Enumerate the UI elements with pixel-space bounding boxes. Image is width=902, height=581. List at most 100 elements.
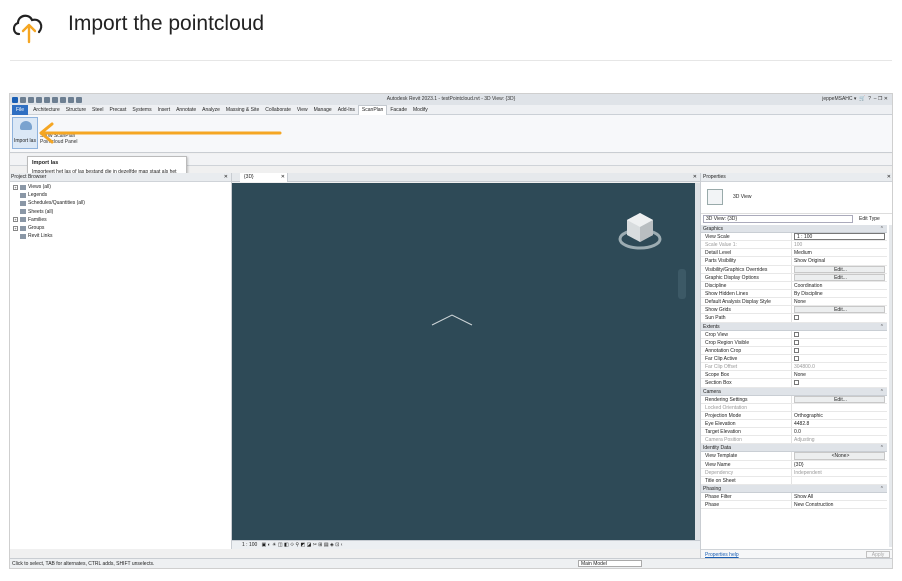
browser-item[interactable]: + Families [13, 216, 231, 224]
property-value[interactable]: Edit... [794, 306, 885, 314]
browser-item[interactable]: Schedules/Quantities (all) [13, 199, 231, 207]
close-icon[interactable]: ✕ [887, 173, 891, 182]
expand-icon[interactable]: + [13, 184, 18, 190]
tab-systems[interactable]: Systems [129, 105, 154, 115]
group-phasing[interactable]: Phasing ⌃ [701, 484, 887, 493]
property-value[interactable]: 1 : 100 [794, 233, 885, 241]
property-value: 100 [794, 242, 803, 249]
user-area[interactable]: jeppeMSAHC ▾ 🛒 ? ‒ ❐ ✕ [822, 96, 888, 102]
checkbox[interactable] [794, 347, 799, 353]
tab-structure[interactable]: Structure [63, 105, 89, 115]
property-row: Locked Orientation [701, 403, 887, 412]
checkbox[interactable] [794, 380, 799, 386]
view-scale[interactable]: 1 : 100 [242, 542, 257, 548]
tab-modify[interactable]: Modify [410, 105, 431, 115]
group-extents[interactable]: Extents ⌃ [701, 322, 887, 331]
property-value[interactable] [792, 347, 887, 354]
tab-architecture[interactable]: Architecture [30, 105, 63, 115]
tab-scanplan[interactable]: ScanPlan [357, 104, 388, 115]
collapse-icon[interactable]: ⌃ [880, 444, 884, 452]
property-name: Detail Level [701, 249, 792, 257]
property-value[interactable]: Edit... [794, 273, 885, 281]
collapse-icon[interactable]: ⌃ [880, 225, 884, 233]
cloud-upload-icon [12, 14, 43, 44]
property-value[interactable] [792, 331, 887, 338]
property-value[interactable]: Medium [792, 249, 887, 256]
model-selector[interactable]: Main Model [578, 560, 642, 567]
checkbox[interactable] [794, 339, 799, 345]
property-value[interactable]: 0.0 [792, 428, 887, 435]
close-icon[interactable]: ✕ [224, 173, 228, 182]
browser-item[interactable]: Legends [13, 191, 231, 199]
property-value[interactable]: None [792, 298, 887, 305]
property-value[interactable] [792, 314, 887, 321]
view-type-icon [707, 189, 723, 205]
tab-precast[interactable]: Precast [106, 105, 129, 115]
view-tab-3d[interactable]: {3D} ✕ [240, 173, 288, 182]
group-camera[interactable]: Camera ⌃ [701, 387, 887, 396]
tab-collaborate[interactable]: Collaborate [262, 105, 294, 115]
property-value[interactable]: Edit... [794, 395, 885, 403]
user-name[interactable]: jeppeMSAHC [822, 96, 852, 102]
close-view-icon[interactable]: ✕ [693, 173, 697, 182]
type-selector[interactable]: 3D View [701, 182, 892, 214]
property-value[interactable]: Show Original [792, 257, 887, 264]
browser-item[interactable]: Sheets (all) [13, 208, 231, 216]
property-row: Discipline Coordination [701, 281, 887, 290]
property-value[interactable]: {3D} [792, 461, 887, 468]
property-value[interactable]: Edit... [794, 265, 885, 273]
property-value[interactable]: <None> [794, 452, 885, 460]
properties-scrollbar[interactable] [889, 225, 892, 547]
view-tab-bar: {3D} ✕ ✕ [232, 173, 700, 182]
apply-button[interactable]: Apply [866, 551, 890, 558]
tab-add-ins[interactable]: Add-Ins [335, 105, 358, 115]
tab-facade[interactable]: Facade [387, 105, 410, 115]
browser-item[interactable]: + Groups [13, 224, 231, 232]
orange-arrow-annotation [39, 122, 282, 144]
property-name: Camera Position [701, 436, 792, 444]
navigation-bar[interactable] [678, 269, 686, 299]
property-value[interactable]: Orthographic [792, 412, 887, 419]
property-value[interactable]: Coordination [792, 282, 887, 289]
group-graphics[interactable]: Graphics ⌃ [701, 225, 887, 233]
viewcube-icon[interactable] [617, 207, 663, 253]
edit-type-button[interactable]: Edit Type [859, 216, 880, 222]
expand-icon[interactable]: + [13, 217, 18, 223]
checkbox[interactable] [794, 355, 799, 361]
tab-steel[interactable]: Steel [89, 105, 106, 115]
type-name: 3D View [733, 194, 752, 200]
collapse-icon[interactable]: ⌃ [880, 323, 884, 331]
property-value[interactable] [792, 339, 887, 346]
browser-item[interactable]: Revit Links [13, 232, 231, 240]
properties-header: Properties ✕ [701, 173, 892, 182]
property-value[interactable]: Show All [792, 493, 887, 500]
property-value[interactable]: By Discipline [792, 290, 887, 297]
property-value[interactable] [792, 379, 887, 386]
group-identity-data[interactable]: Identity Data ⌃ [701, 444, 887, 453]
instance-dropdown[interactable]: 3D View: {3D} [703, 215, 853, 223]
property-name: Crop View [701, 330, 792, 338]
expand-icon[interactable]: + [13, 225, 18, 231]
property-name: Far Clip Active [701, 354, 792, 363]
tab-massing-site[interactable]: Massing & Site [223, 105, 262, 115]
tab-view[interactable]: View [294, 105, 311, 115]
tab-file[interactable]: File [12, 104, 29, 115]
collapse-icon[interactable]: ⌃ [880, 388, 884, 396]
browser-item[interactable]: + Views (all) [13, 183, 231, 191]
tree-node-icon [20, 233, 26, 239]
property-value[interactable]: None [792, 371, 887, 378]
tab-analyze[interactable]: Analyze [199, 105, 223, 115]
tab-annotate[interactable]: Annotate [173, 105, 199, 115]
property-value[interactable]: 4482.8 [792, 420, 887, 427]
3d-canvas[interactable] [232, 183, 700, 540]
properties-title: Properties [703, 174, 726, 180]
property-value[interactable] [792, 477, 887, 484]
checkbox[interactable] [794, 315, 799, 321]
tab-insert[interactable]: Insert [155, 105, 174, 115]
tab-manage[interactable]: Manage [311, 105, 335, 115]
close-tab-icon[interactable]: ✕ [281, 173, 285, 182]
checkbox[interactable] [794, 331, 799, 337]
property-value[interactable]: New Construction [792, 501, 887, 508]
property-value[interactable] [792, 355, 887, 362]
collapse-icon[interactable]: ⌃ [880, 485, 884, 493]
